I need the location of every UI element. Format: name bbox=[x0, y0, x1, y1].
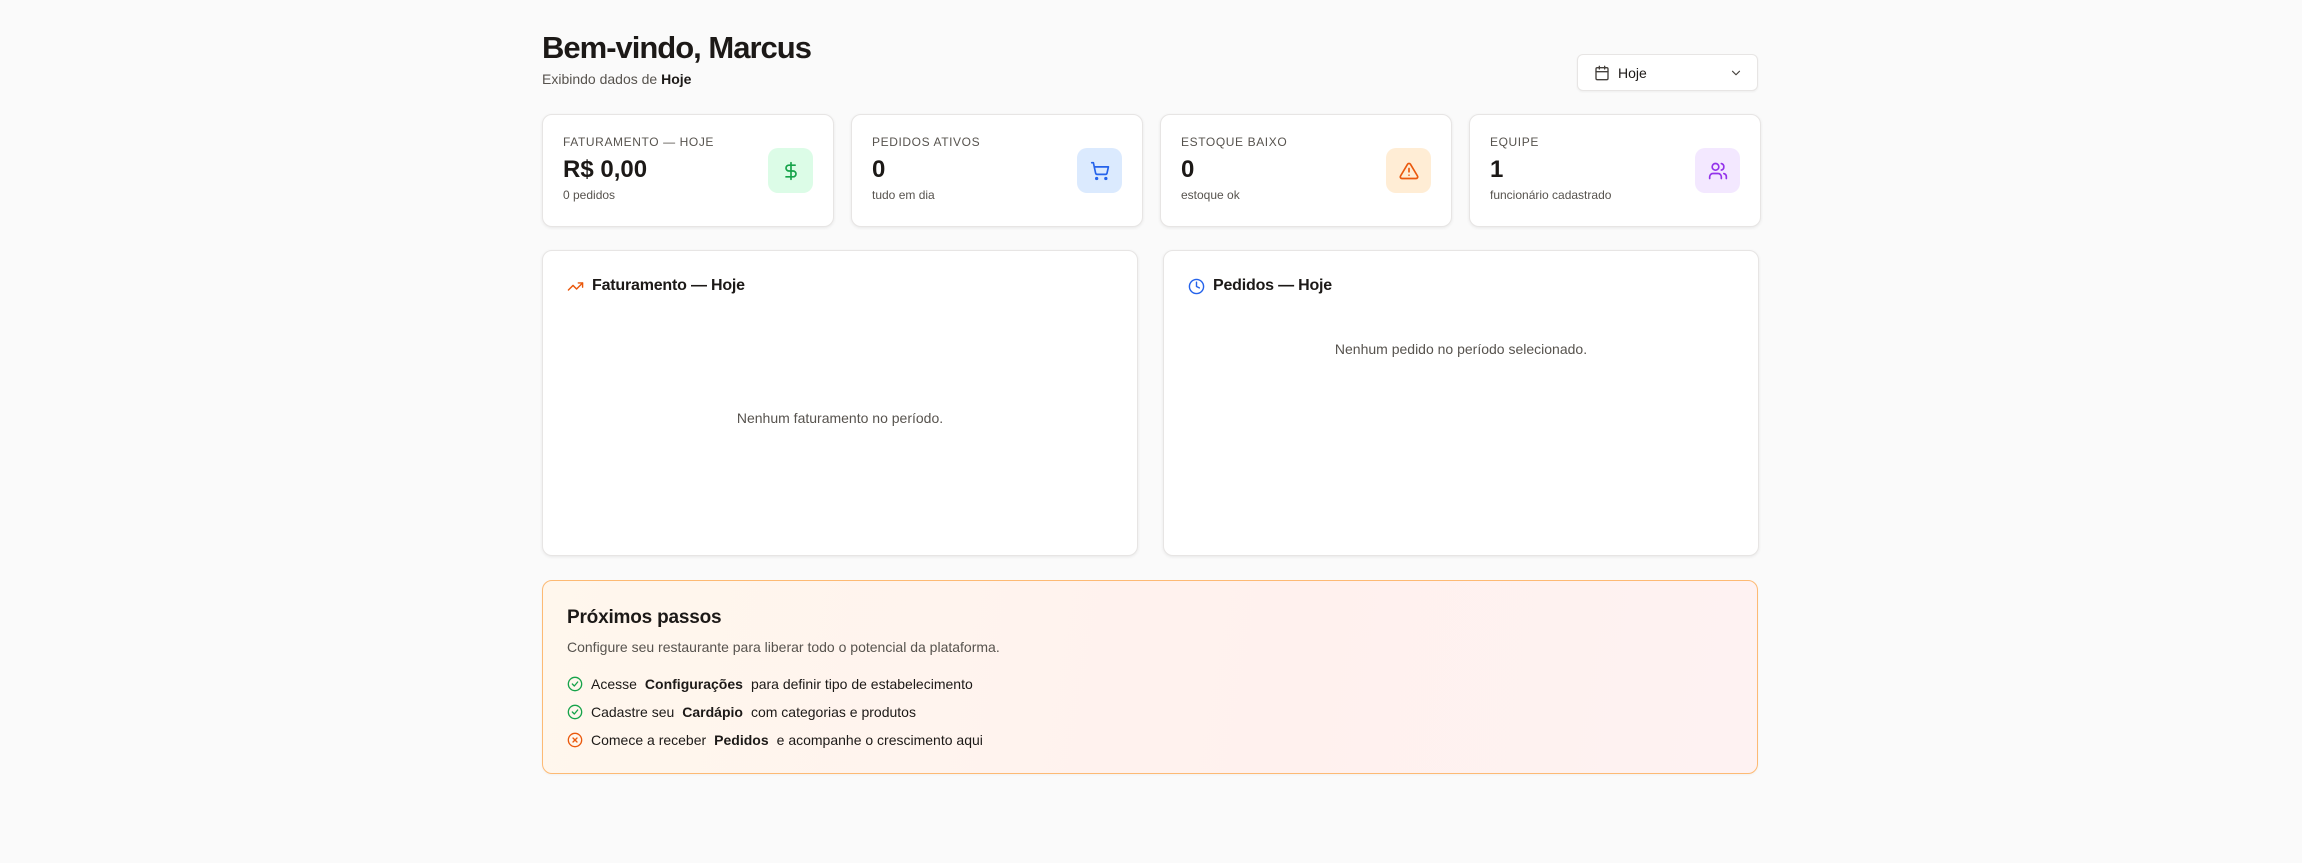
stat-label: PEDIDOS ATIVOS bbox=[872, 135, 981, 149]
orders-panel: Pedidos — Hoje Nenhum pedido no período … bbox=[1163, 250, 1759, 556]
subtitle-prefix: Exibindo dados de bbox=[542, 71, 658, 87]
list-item: Comece a receber Pedidos e acompanhe o c… bbox=[567, 726, 1733, 754]
calendar-icon bbox=[1594, 65, 1610, 81]
alert-triangle-icon bbox=[1386, 148, 1431, 193]
stat-card-team: EQUIPE 1 funcionário cadastrado bbox=[1469, 114, 1761, 227]
stat-card-low-stock: ESTOQUE BAIXO 0 estoque ok bbox=[1160, 114, 1452, 227]
list-item: Cadastre seu Cardápio com categorias e p… bbox=[567, 698, 1733, 726]
step-link-orders[interactable]: Pedidos bbox=[714, 732, 768, 748]
next-steps-card: Próximos passos Configure seu restaurant… bbox=[542, 580, 1758, 774]
orders-empty-state: Nenhum pedido no período selecionado. bbox=[1334, 341, 1588, 357]
next-steps-list: Acesse Configurações para definir tipo d… bbox=[567, 670, 1733, 754]
stat-card-active-orders: PEDIDOS ATIVOS 0 tudo em dia bbox=[851, 114, 1143, 227]
step-text-before: Cadastre seu bbox=[591, 704, 675, 720]
step-text-before: Acesse bbox=[591, 676, 637, 692]
stat-label: FATURAMENTO — HOJE bbox=[563, 135, 715, 149]
period-select[interactable]: Hoje bbox=[1577, 54, 1758, 91]
step-text-before: Comece a receber bbox=[591, 732, 707, 748]
dashboard: Bem-vindo, Marcus Exibindo dados de Hoje… bbox=[542, 0, 1761, 774]
step-text-after: com categorias e produtos bbox=[750, 704, 916, 720]
users-icon bbox=[1695, 148, 1740, 193]
stat-label: ESTOQUE BAIXO bbox=[1181, 135, 1288, 149]
revenue-panel: Faturamento — Hoje Nenhum faturamento no… bbox=[542, 250, 1138, 556]
step-link-menu[interactable]: Cardápio bbox=[682, 704, 743, 720]
panels: Faturamento — Hoje Nenhum faturamento no… bbox=[542, 250, 1759, 556]
clock-icon bbox=[1188, 278, 1205, 295]
revenue-panel-title-text: Faturamento — Hoje bbox=[592, 277, 745, 294]
check-circle-icon bbox=[567, 676, 583, 692]
stat-cards: FATURAMENTO — HOJE R$ 0,00 0 pedidos PED… bbox=[542, 114, 1761, 227]
period-select-value: Hoje bbox=[1618, 64, 1647, 81]
list-item: Acesse Configurações para definir tipo d… bbox=[567, 670, 1733, 698]
stat-card-revenue: FATURAMENTO — HOJE R$ 0,00 0 pedidos bbox=[542, 114, 834, 227]
subtitle-period: Hoje bbox=[661, 71, 692, 87]
trending-up-icon bbox=[567, 278, 584, 295]
chevron-down-icon bbox=[1729, 66, 1743, 80]
x-circle-icon bbox=[567, 732, 583, 748]
step-link-settings[interactable]: Configurações bbox=[645, 676, 743, 692]
stat-label: EQUIPE bbox=[1490, 135, 1539, 149]
revenue-panel-title: Faturamento — Hoje bbox=[567, 277, 745, 295]
revenue-empty-state: Nenhum faturamento no período. bbox=[736, 410, 944, 426]
step-text-after: para definir tipo de estabelecimento bbox=[750, 676, 973, 692]
step-text-after: e acompanhe o crescimento aqui bbox=[776, 732, 983, 748]
page-title: Bem-vindo, Marcus bbox=[542, 30, 812, 65]
page-header: Bem-vindo, Marcus Exibindo dados de Hoje… bbox=[542, 0, 1758, 114]
next-steps-title: Próximos passos bbox=[567, 607, 722, 628]
page-subtitle: Exibindo dados de Hoje bbox=[542, 71, 691, 87]
check-circle-icon bbox=[567, 704, 583, 720]
next-steps-description: Configure seu restaurante para liberar t… bbox=[567, 639, 1000, 655]
orders-panel-title: Pedidos — Hoje bbox=[1188, 277, 1332, 295]
orders-panel-title-text: Pedidos — Hoje bbox=[1213, 277, 1332, 294]
cart-icon bbox=[1077, 148, 1122, 193]
dollar-icon bbox=[768, 148, 813, 193]
